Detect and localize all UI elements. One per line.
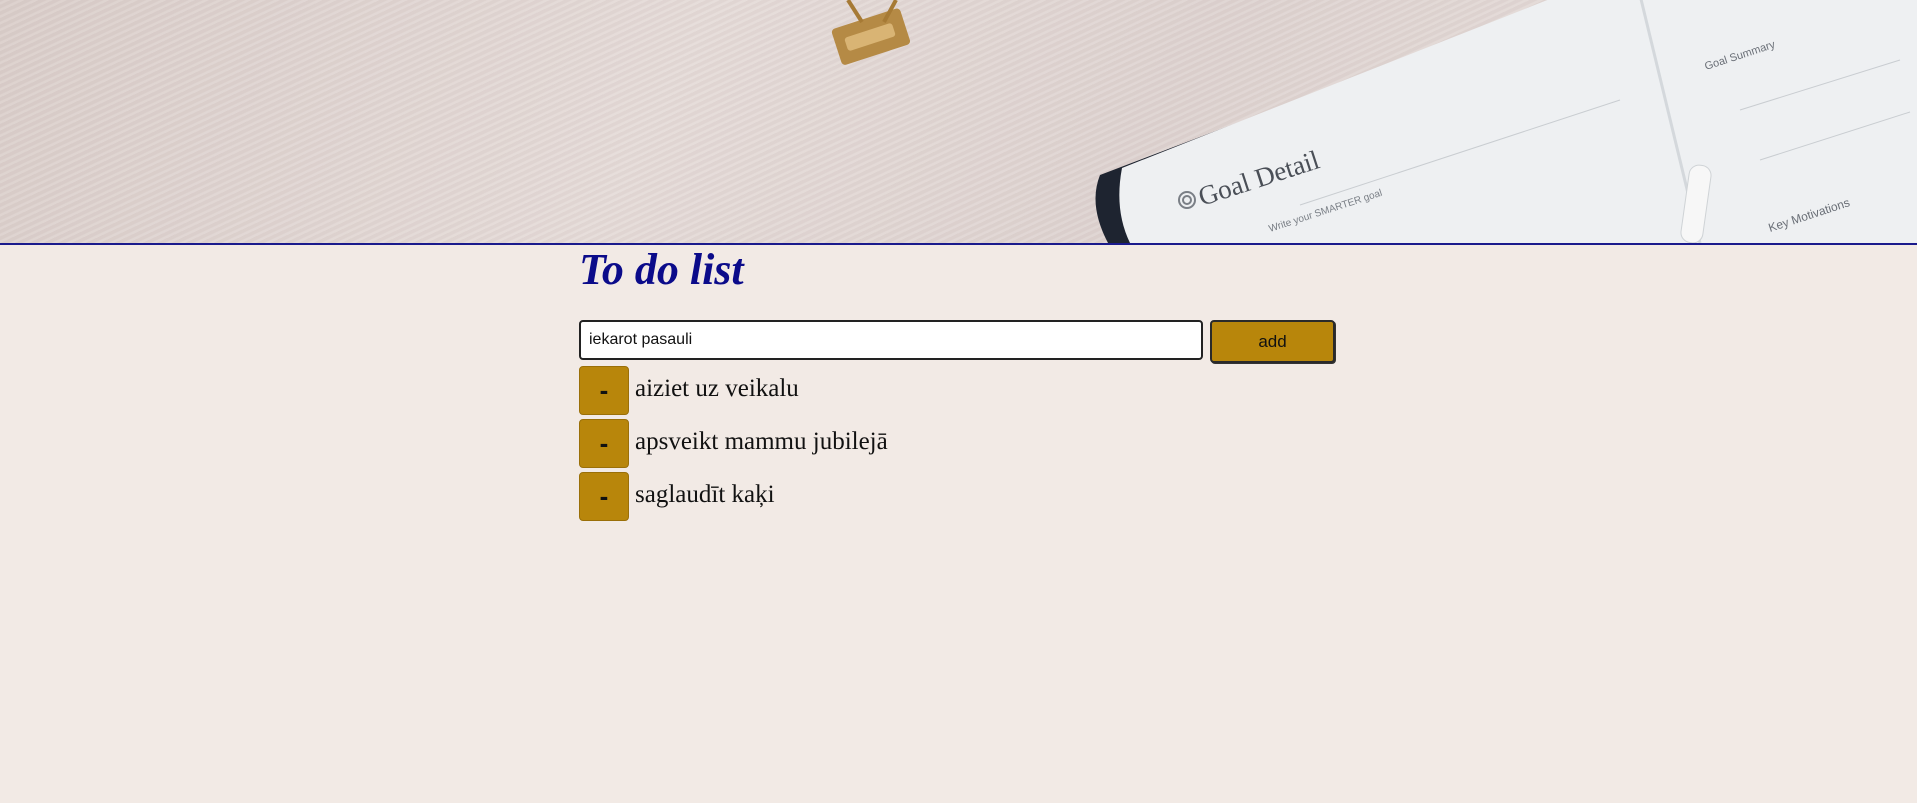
task-input[interactable]: iekarot pasauli	[579, 320, 1203, 360]
remove-item-button[interactable]: -	[579, 366, 629, 415]
planner-book: Goal Detail Write your SMARTER goal Goal…	[1095, 0, 1917, 243]
desk-planner-illustration: Goal Detail Write your SMARTER goal Goal…	[831, 0, 1917, 243]
add-button[interactable]: add	[1210, 320, 1335, 363]
list-item-text: aiziet uz veikalu	[635, 375, 799, 402]
add-task-row: iekarot pasauli add	[579, 320, 1339, 364]
page-title: To do list	[579, 245, 744, 294]
remove-item-button[interactable]: -	[579, 472, 629, 521]
header-image: Goal Detail Write your SMARTER goal Goal…	[0, 0, 1917, 245]
todo-panel: To do list iekarot pasauli add - aiziet …	[579, 244, 1339, 521]
list-item-text: saglaudīt kaķi	[635, 481, 775, 508]
binder-clip-icon	[831, 0, 911, 65]
list-item-text: apsveikt mammu jubilejā	[635, 428, 888, 455]
remove-item-button[interactable]: -	[579, 419, 629, 468]
